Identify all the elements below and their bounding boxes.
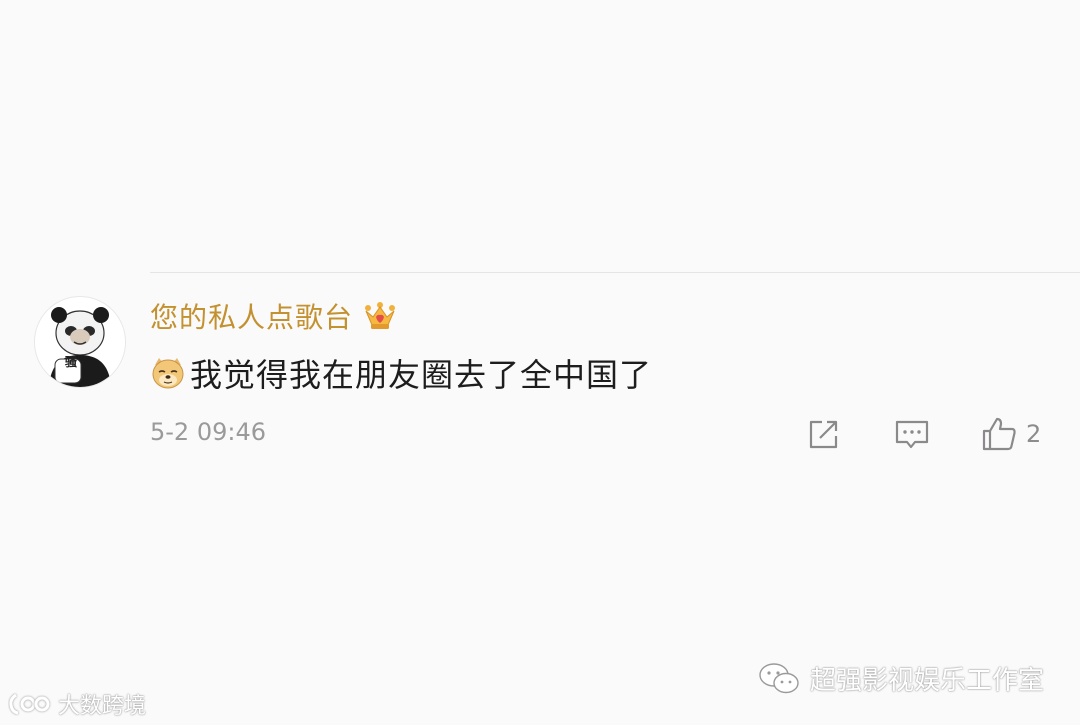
username[interactable]: 您的私人点歌台 — [150, 296, 353, 336]
thumbs-up-icon — [982, 417, 1016, 451]
avatar-tag: 骚 — [64, 355, 77, 369]
watermark-right-text: 超强影视娱乐工作室 — [810, 666, 1045, 696]
comment-row: 我觉得我在朋友圈去了全中国了 — [150, 350, 652, 396]
divider — [150, 272, 1080, 273]
reply-icon — [895, 420, 929, 449]
timestamp: 5-2 09:46 — [150, 418, 266, 446]
watermark-left-text: 大数跨境 — [58, 694, 147, 719]
logo-icon — [9, 693, 50, 715]
doge-icon — [152, 358, 184, 389]
comment-page: 骚 您的私人点歌台 我觉得我在朋友圈去了全中国了 5-2 09:46 2 超强影… — [0, 0, 1080, 725]
share-icon — [809, 420, 838, 449]
share-button[interactable] — [806, 414, 842, 454]
wechat-icon — [759, 662, 799, 693]
crown-icon — [365, 302, 396, 329]
avatar[interactable]: 骚 — [34, 296, 126, 388]
watermark-right: 超强影视娱乐工作室 — [758, 660, 1044, 697]
panda-meme-icon — [35, 297, 125, 387]
reply-button[interactable] — [894, 414, 930, 454]
like-count: 2 — [1026, 420, 1042, 448]
comment-text: 我觉得我在朋友圈去了全中国了 — [190, 356, 653, 394]
username-row: 您的私人点歌台 — [150, 296, 397, 336]
watermark-left: 大数跨境 — [8, 688, 146, 720]
like-button[interactable]: 2 — [980, 414, 1041, 454]
